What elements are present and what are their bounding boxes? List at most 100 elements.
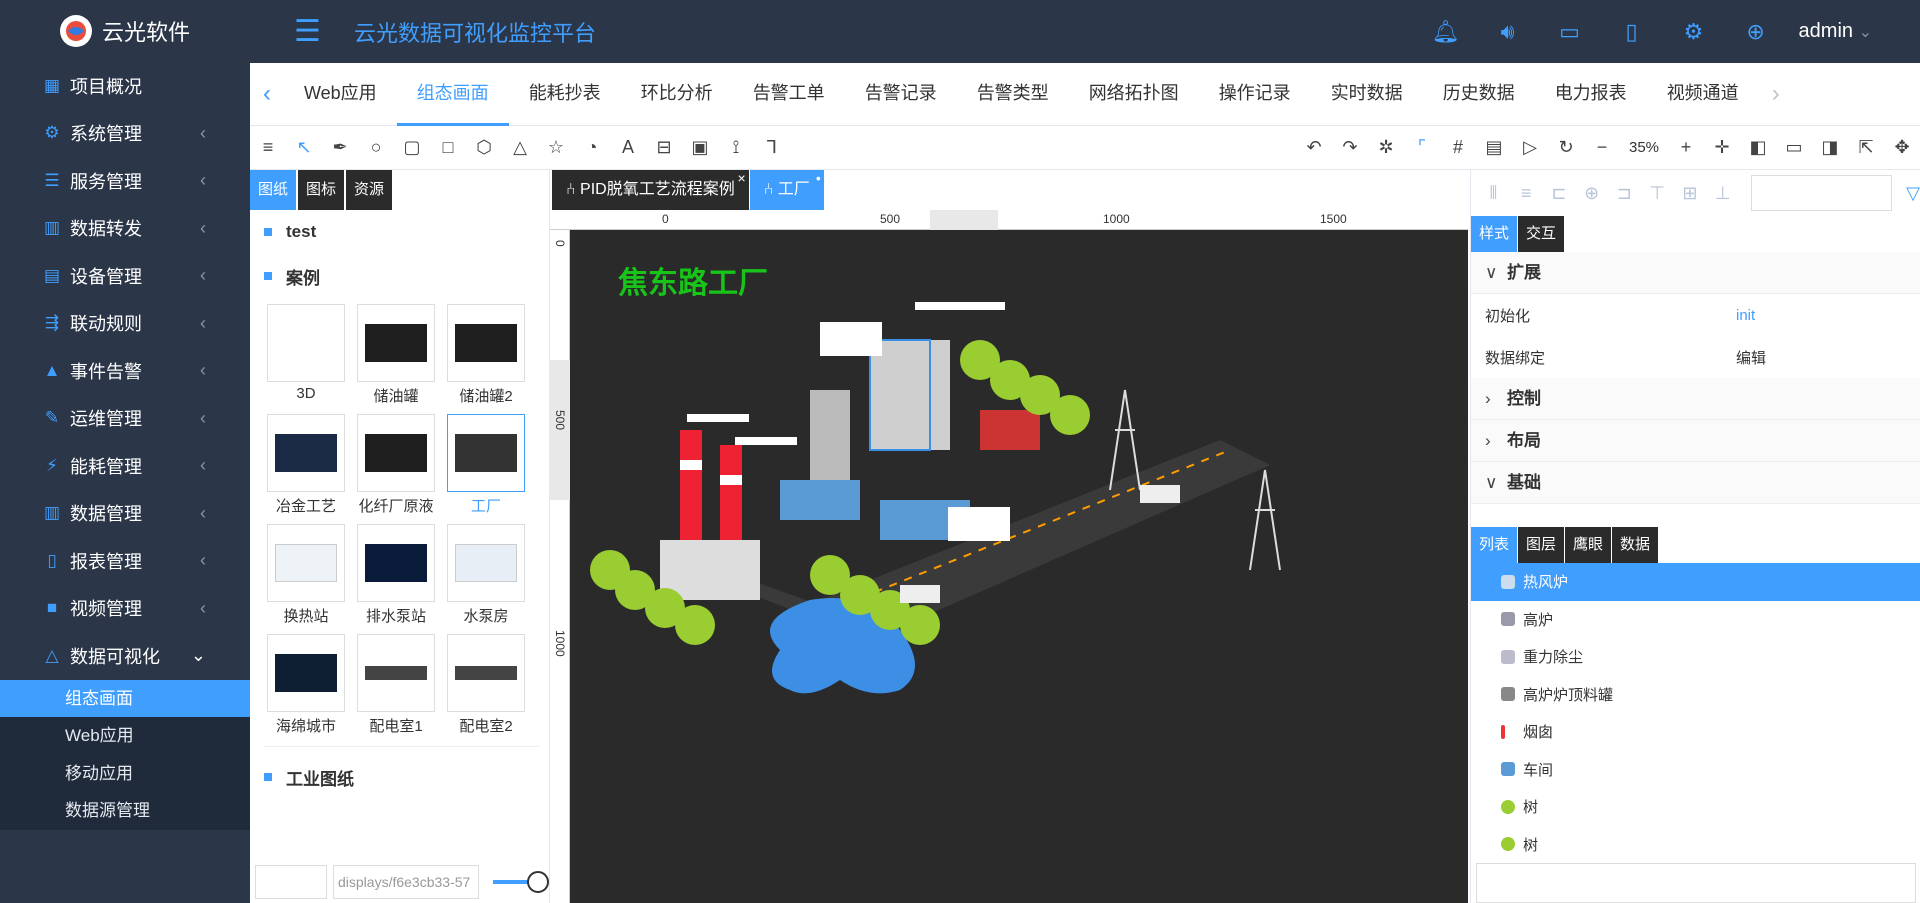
group-basic[interactable]: ∨ 基础 (1471, 462, 1920, 504)
align-left-icon[interactable]: ⫴ (1481, 183, 1506, 204)
list-item[interactable]: 热风炉 (1471, 563, 1920, 601)
thumb-oil-tank-2[interactable]: 储油罐2 (441, 304, 531, 414)
submenu-item-scada[interactable]: 组态画面 (0, 679, 250, 717)
sidebar-item-alarm[interactable]: ▲ 事件告警 ‹ (0, 347, 250, 395)
mobile-icon[interactable]: ▯ (1601, 19, 1663, 45)
list-item[interactable]: 高炉 (1471, 601, 1920, 639)
speaker-icon[interactable]: 🔊︎ (1477, 19, 1539, 45)
thumb-factory[interactable]: 工厂 (441, 414, 531, 524)
image-icon[interactable]: ▣ (682, 137, 718, 158)
group-extend[interactable]: ∨ 扩展 (1471, 252, 1920, 294)
thumb-drain[interactable]: 排水泵站 (351, 524, 441, 634)
tab-icons[interactable]: 图标 (298, 170, 345, 210)
thumb-oil-tank[interactable]: 储油罐 (351, 304, 441, 414)
tab-oplog[interactable]: 操作记录 (1199, 63, 1311, 126)
path-input[interactable]: displays/f6e3cb33-57 (333, 865, 479, 899)
monitor-icon[interactable]: ▭ (1539, 19, 1601, 45)
search-input[interactable] (1751, 175, 1893, 211)
undo-icon[interactable]: ↶ (1296, 137, 1332, 158)
list-item[interactable]: 烟囱 (1471, 713, 1920, 751)
panel-left-icon[interactable]: ◧ (1740, 137, 1776, 158)
tab-list[interactable]: 列表 (1471, 527, 1518, 563)
submenu-item-mobile[interactable]: 移动应用 (0, 755, 250, 793)
tab-video[interactable]: 视频通道 (1647, 63, 1759, 126)
list-item[interactable]: 车间 (1471, 751, 1920, 789)
thumb-power-room-1[interactable]: 配电室1 (351, 634, 441, 744)
grid-icon[interactable]: # (1440, 137, 1476, 158)
list-item[interactable]: 树 (1471, 826, 1920, 864)
sidebar-item-service[interactable]: ☰ 服务管理 ‹ (0, 157, 250, 205)
tab-scada[interactable]: 组态画面 (396, 63, 509, 126)
tab-history[interactable]: 历史数据 (1423, 63, 1535, 126)
panel-right-icon[interactable]: ◨ (1812, 137, 1848, 158)
design-stage[interactable]: 焦东路工厂 (570, 230, 1468, 903)
sidebar-item-device[interactable]: ▤ 设备管理 ‹ (0, 252, 250, 300)
pen-icon[interactable]: ✒ (322, 137, 358, 158)
size-slider[interactable] (493, 871, 549, 893)
zoom-in-icon[interactable]: + (1668, 137, 1704, 158)
align-center-icon[interactable]: ≡ (1514, 183, 1539, 204)
align-hright-icon[interactable]: ⊐ (1612, 183, 1637, 204)
sidebar-item-visual[interactable]: △ 数据可视化 ⌄ (0, 632, 250, 680)
tab-topology[interactable]: 网络拓扑图 (1069, 63, 1199, 126)
tab-prev-icon[interactable]: ‹ (250, 80, 284, 108)
bug-icon[interactable]: ✲ (1368, 137, 1404, 158)
align-bottom-icon[interactable]: ⊥ (1710, 183, 1735, 204)
tab-next-icon[interactable]: › (1759, 80, 1793, 108)
sidebar-item-video[interactable]: ■ 视频管理 ‹ (0, 585, 250, 633)
tab-resources[interactable]: 资源 (346, 170, 393, 210)
sidebar-item-forward[interactable]: ▥ 数据转发 ‹ (0, 205, 250, 253)
settings-icon[interactable]: ⚙ (1663, 19, 1725, 45)
move-icon[interactable]: ✥ (1884, 137, 1920, 158)
save-icon[interactable]: ▤ (1476, 137, 1512, 158)
group-layout[interactable]: › 布局 (1471, 420, 1920, 462)
sidebar-item-data[interactable]: ▥ 数据管理 ‹ (0, 490, 250, 538)
tab-workorder[interactable]: 告警工单 (733, 63, 845, 126)
canvas-tab-pid[interactable]: ⑃ PID脱氧工艺流程案例 × (552, 170, 749, 210)
align-right-icon[interactable]: ⊏ (1547, 183, 1572, 204)
thumb-heat[interactable]: 换热站 (261, 524, 351, 634)
screen-icon[interactable]: ⊟ (646, 137, 682, 158)
arc-icon[interactable]: ◔ (574, 137, 610, 158)
tab-alarm-record[interactable]: 告警记录 (845, 63, 957, 126)
sidebar-item-ops[interactable]: ✎ 运维管理 ‹ (0, 395, 250, 443)
stage-title[interactable]: 焦东路工厂 (618, 258, 768, 302)
init-value[interactable]: init (1736, 307, 1755, 324)
slider-handle[interactable] (527, 871, 549, 893)
star-icon[interactable]: ☆ (538, 137, 574, 158)
section-test[interactable]: test (250, 210, 549, 254)
align-middle-icon[interactable]: ⊞ (1678, 183, 1703, 204)
tab-style[interactable]: 样式 (1471, 216, 1518, 252)
tab-layers[interactable]: 图层 (1518, 527, 1565, 563)
align-hcenter-icon[interactable]: ⊕ (1579, 183, 1604, 204)
circle-icon[interactable]: ○ (358, 137, 394, 158)
section-industrial[interactable]: 工业图纸 (250, 755, 549, 799)
align-top-icon[interactable]: ⊤ (1645, 183, 1670, 204)
play-icon[interactable]: ▷ (1512, 137, 1548, 158)
tab-eagle-eye[interactable]: 鹰眼 (1565, 527, 1612, 563)
line-icon[interactable]: ⅂ (754, 137, 790, 158)
tab-interaction[interactable]: 交互 (1518, 216, 1565, 252)
binding-edit[interactable]: 编辑 (1736, 347, 1766, 368)
tab-power-report[interactable]: 电力报表 (1535, 63, 1647, 126)
list-item[interactable]: 树 (1471, 788, 1920, 826)
tab-meter[interactable]: 能耗抄表 (509, 63, 621, 126)
list-search-input[interactable] (1476, 863, 1916, 903)
hexagon-icon[interactable]: ⬡ (466, 137, 502, 158)
zoom-out-icon[interactable]: − (1584, 137, 1620, 158)
submenu-item-datasource[interactable]: 数据源管理 (0, 792, 250, 830)
bell-icon[interactable]: 🔔︎ (1415, 19, 1477, 45)
list-item[interactable]: 高炉炉顶料罐 (1471, 676, 1920, 714)
connector-icon[interactable]: ⟟ (718, 137, 754, 158)
pointer-icon[interactable]: ↖ (286, 137, 322, 158)
sidebar-item-report[interactable]: ▯ 报表管理 ‹ (0, 537, 250, 585)
redo-icon[interactable]: ↷ (1332, 137, 1368, 158)
menu-toggle-icon[interactable]: ☰ (294, 14, 334, 49)
canvas-tab-factory[interactable]: ⑃ 工厂 • (749, 170, 824, 210)
submenu-item-webapp[interactable]: Web应用 (0, 717, 250, 755)
tab-alarm-type[interactable]: 告警类型 (957, 63, 1069, 126)
thumb-power-room-2[interactable]: 配电室2 (441, 634, 531, 744)
thumb-metallurgy[interactable]: 冶金工艺 (261, 414, 351, 524)
refresh-icon[interactable]: ↻ (1548, 137, 1584, 158)
tab-drawings[interactable]: 图纸 (250, 170, 297, 210)
